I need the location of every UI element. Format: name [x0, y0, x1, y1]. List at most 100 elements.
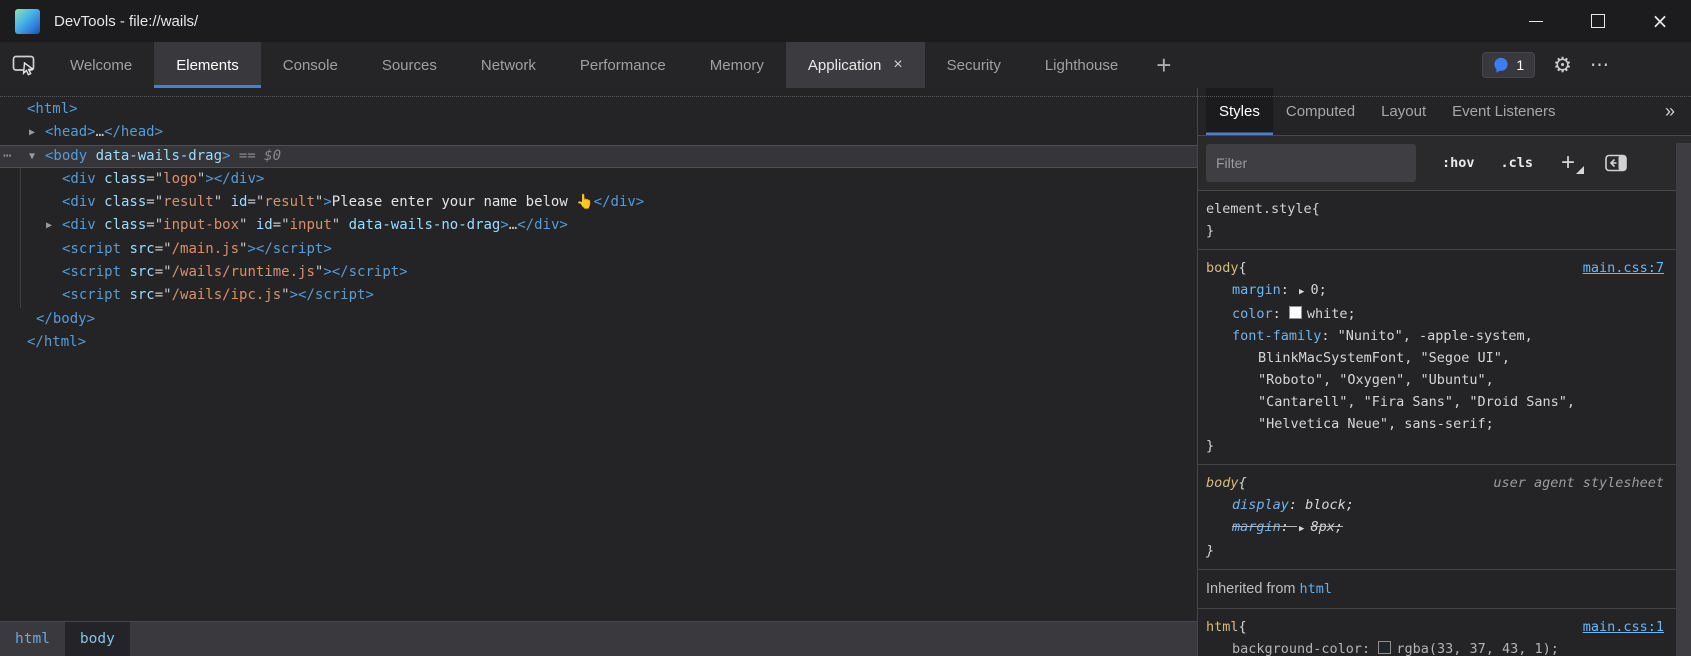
- tab-security[interactable]: Security: [925, 42, 1023, 88]
- property-colon: :: [1281, 282, 1297, 298]
- dom-node-row[interactable]: <script src="/wails/ipc.js"></script>: [0, 284, 1197, 307]
- tab-console[interactable]: Console: [261, 42, 360, 88]
- maximize-button[interactable]: [1567, 0, 1629, 42]
- property-name: margin: [1232, 519, 1281, 535]
- dom-node-text: <script src="/wails/ipc.js"></script>: [62, 287, 374, 303]
- property-name: background-color: [1232, 641, 1362, 656]
- css-property[interactable]: margin: ▶8px;: [1206, 516, 1668, 540]
- add-panel-button[interactable]: +: [1140, 42, 1187, 88]
- expand-value-icon[interactable]: ▶: [1299, 281, 1304, 303]
- stylesheet-source-link[interactable]: main.css:7: [1583, 257, 1668, 279]
- window-title: DevTools - file://wails/: [54, 13, 198, 30]
- settings-button[interactable]: ⚙: [1553, 55, 1572, 76]
- open-brace: {: [1239, 616, 1247, 638]
- css-property[interactable]: display: block;: [1206, 494, 1668, 516]
- dom-node-row[interactable]: <div class="logo"></div>: [0, 168, 1197, 191]
- new-style-rule-button[interactable]: +: [1561, 153, 1575, 173]
- tab-label: Welcome: [70, 57, 132, 74]
- dom-node-row[interactable]: ▶<div class="input-box" id="input" data-…: [0, 214, 1197, 237]
- css-property[interactable]: margin: ▶ 0;: [1206, 279, 1668, 303]
- tree-indent-guide: [20, 168, 21, 308]
- property-value: "Nunito", -apple-system,: [1338, 328, 1533, 344]
- user-agent-note: user agent stylesheet: [1493, 472, 1668, 494]
- inspect-cursor-icon: [12, 55, 37, 76]
- css-property[interactable]: font-family: "Nunito", -apple-system,: [1206, 325, 1668, 347]
- node-actions-icon[interactable]: ⋯: [3, 145, 11, 168]
- open-brace: {: [1312, 198, 1320, 220]
- open-brace: {: [1239, 472, 1247, 494]
- dom-node-row[interactable]: <div class="result" id="result">Please e…: [0, 191, 1197, 214]
- styles-scrollbar[interactable]: [1676, 143, 1691, 656]
- css-property[interactable]: background-color: rgba(33, 37, 43, 1);: [1206, 638, 1668, 656]
- minimize-button[interactable]: [1505, 0, 1567, 42]
- dom-node-row[interactable]: <html>: [0, 98, 1197, 121]
- tab-label: Elements: [176, 57, 239, 74]
- maximize-icon: [1591, 14, 1605, 28]
- tab-network[interactable]: Network: [459, 42, 558, 88]
- inspect-element-button[interactable]: [0, 42, 48, 88]
- css-property-wrapped-value: "Helvetica Neue", sans-serif;: [1206, 413, 1668, 435]
- dom-node-row[interactable]: <script src="/wails/runtime.js"></script…: [0, 261, 1197, 284]
- element-classes-button[interactable]: .cls: [1501, 155, 1534, 171]
- tab-application[interactable]: Application×: [786, 42, 925, 88]
- breadcrumb-html[interactable]: html: [0, 622, 65, 656]
- property-value: BlinkMacSystemFont, "Segoe UI",: [1258, 350, 1510, 366]
- tab-memory[interactable]: Memory: [688, 42, 786, 88]
- css-property-wrapped-value: BlinkMacSystemFont, "Segoe UI",: [1206, 347, 1668, 369]
- tab-label: Network: [481, 57, 536, 74]
- dom-node-row[interactable]: </body>: [0, 308, 1197, 331]
- close-button[interactable]: ×: [1629, 0, 1691, 42]
- tab-lighthouse[interactable]: Lighthouse: [1023, 42, 1140, 88]
- dom-node-row[interactable]: </html>: [0, 331, 1197, 354]
- dom-node-text: <body data-wails-drag> == $0: [45, 148, 281, 164]
- toggle-element-state-button[interactable]: :hov: [1442, 155, 1475, 171]
- expand-arrow-icon[interactable]: ▶: [46, 214, 52, 237]
- tab-label: Performance: [580, 57, 666, 74]
- css-rule-selector-line[interactable]: body {main.css:7: [1206, 257, 1668, 279]
- feedback-badge[interactable]: 1: [1482, 52, 1535, 78]
- dom-node-text: </body>: [36, 311, 95, 327]
- property-name: color: [1232, 306, 1273, 322]
- collapse-arrow-icon[interactable]: ▼: [29, 145, 35, 168]
- css-rule-selector-line[interactable]: element.style {: [1206, 198, 1668, 220]
- color-swatch[interactable]: [1378, 641, 1391, 654]
- minimize-icon: [1529, 21, 1543, 22]
- styles-filter-input[interactable]: [1206, 144, 1416, 182]
- css-rule-selector-line[interactable]: html {main.css:1: [1206, 616, 1668, 638]
- more-dots-icon: ⋯: [1590, 55, 1611, 76]
- property-value: "Cantarell", "Fira Sans", "Droid Sans",: [1258, 394, 1575, 410]
- color-swatch[interactable]: [1289, 306, 1302, 319]
- styles-tab-label: Computed: [1286, 103, 1355, 120]
- dom-node-text: <script src="/wails/runtime.js"></script…: [62, 264, 408, 280]
- expand-arrow-icon[interactable]: ▶: [29, 121, 35, 144]
- dom-breadcrumb-bar: htmlbody: [0, 621, 1197, 656]
- dom-node-row[interactable]: ⋯ ▼ <body data-wails-drag> == $0: [0, 145, 1197, 168]
- dom-node-row[interactable]: <script src="/main.js"></script>: [0, 238, 1197, 261]
- more-options-button[interactable]: ⋯: [1590, 54, 1611, 77]
- css-property[interactable]: color: white;: [1206, 303, 1668, 325]
- tab-performance[interactable]: Performance: [558, 42, 688, 88]
- toolbar-right-icons: 1 ⚙ ⋯: [1482, 42, 1611, 88]
- gear-icon: ⚙: [1553, 54, 1572, 77]
- expand-value-icon[interactable]: ▶: [1299, 518, 1304, 540]
- close-tab-icon[interactable]: ×: [893, 58, 902, 72]
- dom-node-row[interactable]: ▶<head>…</head>: [0, 121, 1197, 144]
- devtools-app-icon: [15, 9, 40, 34]
- window-controls: ×: [1505, 0, 1691, 42]
- styles-sidebar-panel: StylesComputedLayoutEvent Listeners» :ho…: [1197, 88, 1691, 656]
- property-value: 0;: [1310, 282, 1326, 298]
- tab-sources[interactable]: Sources: [360, 42, 459, 88]
- stylesheet-source-link[interactable]: main.css:1: [1583, 616, 1668, 638]
- more-sidebar-tabs-icon[interactable]: »: [1665, 101, 1675, 122]
- inherited-from-label: Inherited from: [1206, 581, 1300, 597]
- property-name: margin: [1232, 282, 1281, 298]
- breadcrumb-body[interactable]: body: [65, 622, 130, 656]
- dom-node-text: <html>: [27, 101, 78, 117]
- tab-welcome[interactable]: Welcome: [48, 42, 154, 88]
- toggle-sidebar-button[interactable]: [1605, 154, 1627, 172]
- property-value: white;: [1307, 306, 1356, 322]
- inherited-from-node-link[interactable]: html: [1300, 581, 1333, 597]
- tab-elements[interactable]: Elements: [154, 42, 261, 88]
- css-rule-selector-line[interactable]: body {user agent stylesheet: [1206, 472, 1668, 494]
- property-colon: :: [1273, 306, 1289, 322]
